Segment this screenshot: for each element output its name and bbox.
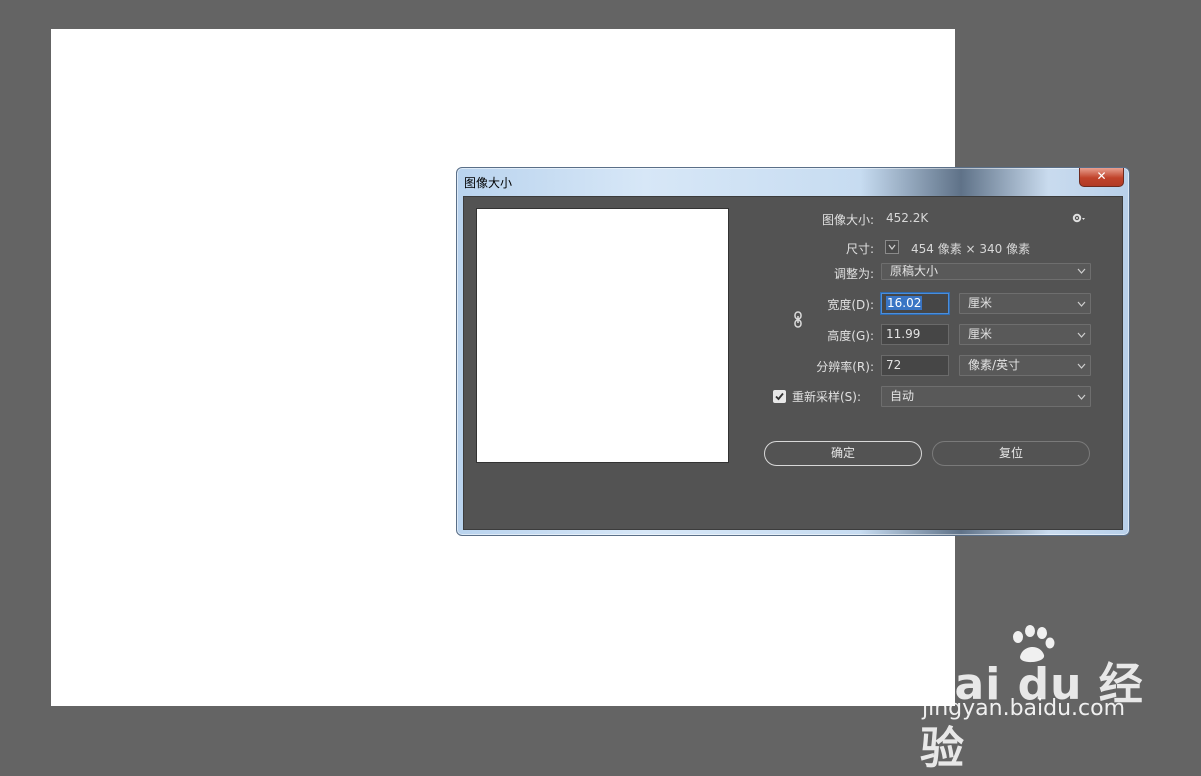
chevron-down-icon xyxy=(888,244,896,250)
dialog-title: 图像大小 xyxy=(464,176,513,190)
reset-button[interactable]: 复位 xyxy=(932,441,1090,466)
resolution-unit-value: 像素/英寸 xyxy=(968,358,1021,372)
resolution-label: 分辨率(R): xyxy=(816,360,874,374)
image-size-label: 图像大小: xyxy=(821,213,874,227)
reset-button-label: 复位 xyxy=(998,446,1023,460)
width-input[interactable]: 16.02 xyxy=(881,293,949,314)
chevron-down-icon xyxy=(1077,332,1086,338)
fit-to-select[interactable]: 原稿大小 xyxy=(881,263,1091,280)
ok-button-label: 确定 xyxy=(830,446,855,460)
resolution-unit-select[interactable]: 像素/英寸 xyxy=(959,355,1091,376)
gear-icon[interactable] xyxy=(1072,212,1086,226)
dimensions-value: 454 像素 × 340 像素 xyxy=(911,242,1031,256)
width-unit-value: 厘米 xyxy=(968,296,993,310)
resample-select[interactable]: 自动 xyxy=(881,386,1091,407)
chevron-down-icon xyxy=(1077,301,1086,307)
ok-button[interactable]: 确定 xyxy=(764,441,922,466)
width-unit-select[interactable]: 厘米 xyxy=(959,293,1091,314)
dimensions-dropdown[interactable] xyxy=(885,240,899,254)
resolution-value: 72 xyxy=(886,358,902,372)
chevron-down-icon xyxy=(1077,394,1086,400)
height-unit-value: 厘米 xyxy=(968,327,993,341)
width-value: 16.02 xyxy=(886,296,923,310)
height-input[interactable]: 11.99 xyxy=(881,324,949,345)
chevron-down-icon xyxy=(1077,268,1086,274)
check-icon xyxy=(775,392,784,401)
close-button[interactable]: ✕ xyxy=(1079,168,1124,187)
resample-label: 重新采样(S): xyxy=(792,390,862,404)
dimensions-label: 尺寸: xyxy=(845,242,874,256)
chevron-down-icon xyxy=(1077,363,1086,369)
height-value: 11.99 xyxy=(886,327,921,341)
image-preview[interactable] xyxy=(476,208,729,463)
height-unit-select[interactable]: 厘米 xyxy=(959,324,1091,345)
image-size-value: 452.2K xyxy=(886,211,929,225)
width-label: 宽度(D): xyxy=(827,298,874,312)
dialog-titlebar[interactable]: 图像大小 ✕ xyxy=(457,168,1129,196)
link-chain-icon[interactable] xyxy=(793,311,803,328)
fit-to-label: 调整为: xyxy=(833,267,874,281)
watermark-url: jingyan.baidu.com xyxy=(922,696,1126,721)
close-icon: ✕ xyxy=(1096,169,1107,183)
resample-value: 自动 xyxy=(890,389,915,403)
height-label: 高度(G): xyxy=(827,329,874,343)
dialog-body: 图像大小: 452.2K 尺寸: 454 像素 × 340 像素 调整为: 原稿… xyxy=(463,196,1123,530)
fit-to-value: 原稿大小 xyxy=(890,264,939,278)
baidu-jingyan-watermark: Bai du 经验 jingyan.baidu.com xyxy=(920,623,1160,774)
resolution-input[interactable]: 72 xyxy=(881,355,949,376)
resample-checkbox[interactable] xyxy=(773,390,786,403)
image-size-dialog: 图像大小 ✕ 图像大小: 452.2K 尺寸: 454 像素 × 340 像素 … xyxy=(456,167,1130,536)
